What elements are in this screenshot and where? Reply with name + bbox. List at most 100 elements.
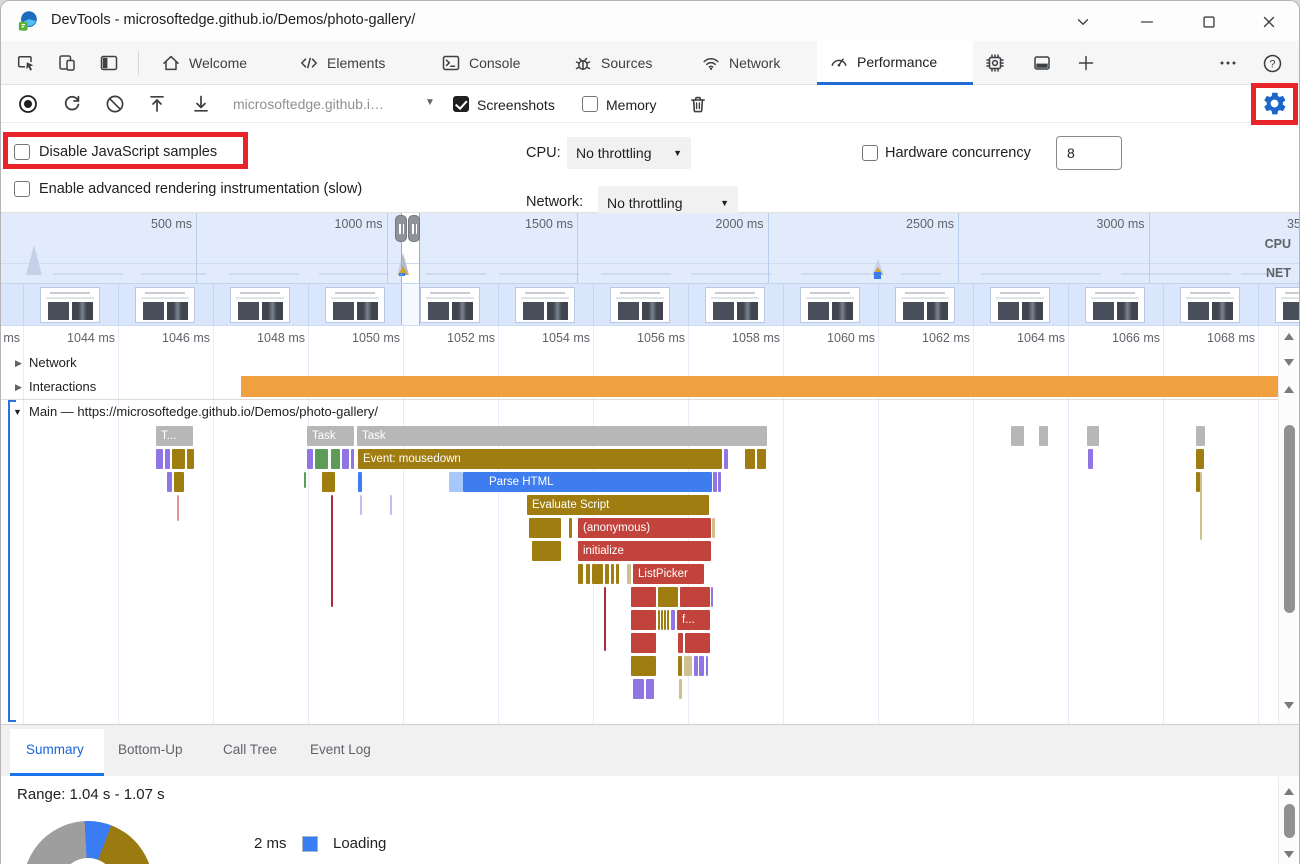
memory-checkbox[interactable] <box>582 96 598 112</box>
screenshot-thumbnail[interactable] <box>1085 287 1145 323</box>
more-menu-icon[interactable] <box>1217 52 1239 74</box>
flame-bar[interactable] <box>745 449 755 469</box>
flame-bar[interactable] <box>611 564 614 584</box>
tab-bottom-up[interactable]: Bottom-Up <box>118 742 183 757</box>
flame-bar[interactable]: f... <box>677 610 710 630</box>
flame-bar[interactable] <box>177 495 179 521</box>
flame-bar[interactable] <box>342 449 349 469</box>
flame-bar[interactable] <box>390 495 392 515</box>
tab-console[interactable]: Console <box>429 41 541 85</box>
record-button[interactable] <box>17 93 39 115</box>
flame-bar[interactable] <box>646 679 654 699</box>
tab-call-tree[interactable]: Call Tree <box>223 742 277 757</box>
flame-chart[interactable]: T...TaskTaskEvent: mousedownParse HTMLEv… <box>1 422 1279 724</box>
flame-bar[interactable] <box>304 472 306 488</box>
flame-bar[interactable] <box>627 564 631 584</box>
flame-bar[interactable] <box>713 472 717 492</box>
screenshot-thumbnail[interactable] <box>515 287 575 323</box>
flame-bar[interactable]: Event: mousedown <box>358 449 722 469</box>
flame-bar[interactable] <box>165 449 170 469</box>
scrollbar-thumb[interactable] <box>1284 804 1295 838</box>
flame-bar[interactable] <box>712 518 715 538</box>
scroll-up-arrow-icon[interactable] <box>1284 788 1294 795</box>
scroll-up-arrow-icon[interactable] <box>1284 386 1294 393</box>
flame-bar[interactable] <box>167 472 172 492</box>
screenshot-thumbnail[interactable] <box>895 287 955 323</box>
flame-bar[interactable] <box>156 449 163 469</box>
flame-bar[interactable]: Task <box>357 426 767 446</box>
flame-bar[interactable] <box>449 472 463 492</box>
flame-bar[interactable]: Parse HTML <box>463 472 712 492</box>
flame-bar[interactable] <box>1011 426 1024 446</box>
tab-elements[interactable]: Elements <box>287 41 409 85</box>
flame-bar[interactable] <box>604 587 606 651</box>
flame-bar[interactable] <box>351 449 354 469</box>
flame-bar[interactable] <box>631 587 656 607</box>
flame-bar[interactable] <box>711 587 713 607</box>
flame-bar[interactable] <box>633 679 644 699</box>
flame-bar[interactable] <box>616 564 619 584</box>
screenshot-thumbnail[interactable] <box>990 287 1050 323</box>
flame-bar[interactable] <box>718 472 721 492</box>
close-button[interactable] <box>1255 9 1283 35</box>
flame-bar[interactable] <box>757 449 766 469</box>
flame-bar[interactable] <box>532 541 561 561</box>
selection-handle-right[interactable] <box>408 215 420 242</box>
flame-bar[interactable] <box>586 564 590 584</box>
flame-bar[interactable] <box>331 495 333 607</box>
flame-bar[interactable] <box>1196 449 1204 469</box>
tab-welcome[interactable]: Welcome <box>149 41 271 85</box>
cpu-chip-icon[interactable] <box>984 52 1006 74</box>
flame-bar[interactable] <box>667 610 669 630</box>
flame-bar[interactable] <box>1200 472 1202 540</box>
save-profile-button[interactable] <box>190 93 212 115</box>
reload-record-button[interactable] <box>61 93 83 115</box>
flame-bar[interactable] <box>679 679 682 699</box>
tab-network[interactable]: Network <box>689 41 803 85</box>
flame-bar[interactable] <box>664 610 666 630</box>
screenshot-thumbnail[interactable] <box>135 287 195 323</box>
flame-bar[interactable] <box>680 587 710 607</box>
flame-bar[interactable]: (anonymous) <box>578 518 711 538</box>
dock-panel-icon[interactable] <box>1031 52 1053 74</box>
chevron-down-icon[interactable]: ▼ <box>425 97 435 108</box>
scrollbar-thumb[interactable] <box>1284 425 1295 613</box>
flame-scrollbar[interactable] <box>1278 326 1299 724</box>
track-network[interactable]: ▶ Network <box>1 351 1279 374</box>
flame-bar[interactable] <box>699 656 704 676</box>
flame-bar[interactable] <box>658 610 660 630</box>
expand-caret-icon[interactable]: ▶ <box>15 382 22 393</box>
track-interactions[interactable]: ▶ Interactions <box>1 374 1279 399</box>
screenshots-checkbox[interactable] <box>453 96 469 112</box>
flame-bar[interactable]: Evaluate Script <box>527 495 709 515</box>
flame-bar[interactable] <box>187 449 194 469</box>
flame-bar[interactable] <box>529 518 561 538</box>
cpu-throttling-select[interactable]: No throttling▼ <box>567 137 691 169</box>
selection-handle-left[interactable] <box>395 215 407 242</box>
flame-bar[interactable]: ListPicker <box>633 564 704 584</box>
flame-bar[interactable] <box>174 472 184 492</box>
minimize-button[interactable] <box>1133 9 1161 35</box>
tab-sources[interactable]: Sources <box>561 41 673 85</box>
tab-event-log[interactable]: Event Log <box>310 742 371 757</box>
flame-bar[interactable] <box>706 656 708 676</box>
screenshot-thumbnail[interactable] <box>40 287 100 323</box>
track-main-header[interactable]: ▼ Main — https://microsoftedge.github.io… <box>1 399 1279 422</box>
add-tab-plus-icon[interactable] <box>1075 52 1097 74</box>
flame-bar[interactable]: T... <box>156 426 193 446</box>
maximize-button[interactable] <box>1195 9 1223 35</box>
flame-bar[interactable] <box>331 449 340 469</box>
flame-bar[interactable] <box>678 633 683 653</box>
flame-bar[interactable] <box>605 564 609 584</box>
screenshot-thumbnail[interactable] <box>705 287 765 323</box>
flame-bar[interactable] <box>694 656 698 676</box>
trace-history-select[interactable]: microsoftedge.github.i… <box>233 96 384 112</box>
screenshot-thumbnail[interactable] <box>800 287 860 323</box>
flame-bar[interactable] <box>578 564 583 584</box>
flame-bar[interactable] <box>172 449 185 469</box>
help-icon[interactable]: ? <box>1261 52 1283 74</box>
flame-bar[interactable] <box>1196 426 1205 446</box>
scroll-down-arrow-icon[interactable] <box>1284 851 1294 858</box>
screenshot-thumbnail[interactable] <box>325 287 385 323</box>
flame-bar[interactable] <box>569 518 572 538</box>
